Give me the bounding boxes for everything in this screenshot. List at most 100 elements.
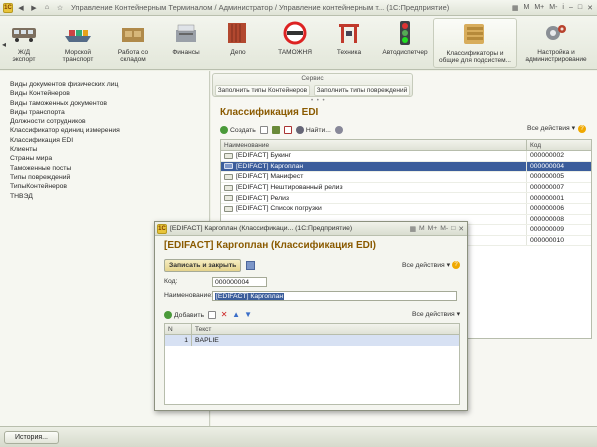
- row-code: 000000001: [530, 194, 565, 202]
- maximize-icon[interactable]: □: [577, 3, 583, 13]
- dialog-close-icon[interactable]: ✕: [458, 225, 464, 233]
- splitter-handle[interactable]: • • •: [311, 98, 326, 104]
- code-field[interactable]: 000000004: [212, 277, 267, 287]
- row-name-cell: [EDIFACT] Букинг: [221, 151, 527, 161]
- nav-item-customs-doc-types[interactable]: Виды таможенных документов: [10, 99, 209, 108]
- row-code: 000000009: [530, 226, 565, 234]
- nav-item-container-kinds[interactable]: ТипыКонтейнеров: [10, 182, 209, 191]
- row-code: 000000008: [530, 215, 565, 223]
- table-row[interactable]: [EDIFACT] Список погрузки 000000006: [221, 203, 591, 215]
- home-icon[interactable]: ⌂: [42, 3, 52, 13]
- section-machinery[interactable]: Техника: [327, 18, 371, 68]
- row-code: 000000010: [530, 237, 565, 245]
- delete-row-icon[interactable]: ✕: [220, 311, 228, 319]
- all-actions-menu[interactable]: Все действия ▾?: [527, 124, 586, 133]
- list-toolbar: Создать Найти... Все действия ▾?: [220, 124, 590, 136]
- window-title: Управление Контейнерным Терминалом / Адм…: [71, 3, 450, 12]
- section-settings-admin[interactable]: Настройка и администрирование: [521, 18, 591, 68]
- forward-arrow-icon[interactable]: ▶: [29, 3, 39, 13]
- nav-item-edi-classification[interactable]: Классификация EDI: [10, 136, 209, 145]
- section-railway-export[interactable]: Ж/Д экспорт: [4, 18, 44, 68]
- memory-m-button[interactable]: M: [522, 3, 530, 13]
- row-text[interactable]: BAPLIE: [192, 335, 459, 346]
- dialog-maximize-icon[interactable]: □: [451, 225, 455, 233]
- column-code-header[interactable]: Код: [527, 140, 591, 150]
- row-code: 000000006: [530, 205, 565, 213]
- delete-icon[interactable]: [283, 126, 292, 134]
- dialog-help-icon[interactable]: ?: [452, 261, 460, 269]
- create-plus-icon: [220, 126, 228, 134]
- row-name-cell: [EDIFACT] Релиз: [221, 193, 527, 203]
- section-auto-dispatcher[interactable]: Автодиспетчер: [380, 18, 430, 68]
- table-row[interactable]: [EDIFACT] Букинг 000000002: [221, 151, 591, 162]
- memory-plus-button[interactable]: M+: [533, 3, 545, 13]
- save-disk-icon[interactable]: [246, 261, 255, 270]
- table-row[interactable]: 1 BAPLIE: [165, 335, 459, 346]
- column-text-header[interactable]: Текст: [192, 324, 459, 334]
- nav-item-tnved[interactable]: ТНВЭД: [10, 192, 209, 201]
- dialog-memory-plus-button[interactable]: M+: [428, 225, 438, 233]
- section-classifiers[interactable]: Классификаторы и общие для подсистем...: [433, 18, 517, 68]
- star-icon[interactable]: ☆: [55, 3, 65, 13]
- table-row[interactable]: [EDIFACT] Релиз 000000001: [221, 193, 591, 204]
- titlebar-icons: 1С ◀ ▶ ⌂ ☆: [0, 2, 65, 13]
- nav-item-clients[interactable]: Клиенты: [10, 145, 209, 154]
- dialog-memory-m-button[interactable]: M: [419, 225, 425, 233]
- save-and-close-button[interactable]: Записать и закрыть: [164, 259, 242, 272]
- nav-item-container-types[interactable]: Виды Контейнеров: [10, 89, 209, 98]
- table-row[interactable]: [EDIFACT] Каргоплан 000000004: [221, 161, 591, 173]
- copy-row-icon[interactable]: [208, 311, 217, 319]
- copy-icon[interactable]: [259, 126, 268, 134]
- memory-minus-button[interactable]: M-: [548, 3, 558, 13]
- back-arrow-icon[interactable]: ◀: [16, 3, 26, 13]
- close-icon[interactable]: ✕: [586, 3, 594, 13]
- nav-item-doc-types-persons[interactable]: Виды документов физических лиц: [10, 80, 209, 89]
- create-button[interactable]: Создать: [220, 126, 256, 134]
- section-sea-transport[interactable]: Морской транспорт: [55, 18, 101, 68]
- section-warehouse[interactable]: Работа со складом: [110, 18, 156, 68]
- section-finance[interactable]: Финансы: [166, 18, 206, 68]
- table-all-actions-menu[interactable]: Все действия ▾: [412, 310, 460, 318]
- help-icon[interactable]: ?: [578, 125, 586, 133]
- nav-item-positions[interactable]: Должности сотрудников: [10, 117, 209, 126]
- find-button[interactable]: Найти...: [295, 126, 331, 134]
- history-button[interactable]: История...: [4, 431, 59, 444]
- dialog-app-logo-icon: 1С: [157, 223, 167, 234]
- row-code: 000000005: [530, 173, 565, 181]
- service-title: Сервис: [301, 75, 324, 82]
- table-row[interactable]: [EDIFACT] Манифест 000000005: [221, 172, 591, 183]
- move-down-icon[interactable]: ▼: [244, 311, 252, 319]
- nav-item-units[interactable]: Классификатор единиц измерения: [10, 126, 209, 135]
- nav-item-transport-types[interactable]: Виды транспорта: [10, 108, 209, 117]
- table-row[interactable]: [EDIFACT] Нештированный релиз 000000007: [221, 182, 591, 194]
- nav-item-countries[interactable]: Страны мира: [10, 154, 209, 163]
- minimize-icon[interactable]: –: [568, 3, 574, 13]
- fill-damage-types-link[interactable]: Заполнить типы повреждений: [313, 85, 411, 96]
- calculator-icon[interactable]: ▦: [511, 3, 520, 13]
- section-depot[interactable]: Депо: [218, 18, 258, 68]
- section-customs[interactable]: ТАМОЖНЯ: [272, 18, 318, 68]
- dialog-memory-minus-button[interactable]: M-: [440, 225, 448, 233]
- nav-item-customs-posts[interactable]: Таможенные посты: [10, 164, 209, 173]
- name-field-value: [EDIFACT] Каргоплан: [215, 293, 285, 300]
- name-field[interactable]: [EDIFACT] Каргоплан: [212, 291, 457, 301]
- fill-container-types-link[interactable]: Заполнить типы Контейнеров: [214, 85, 311, 96]
- column-n-header[interactable]: N: [165, 324, 192, 334]
- column-name-header[interactable]: Наименование: [221, 140, 527, 150]
- info-button[interactable]: i: [561, 3, 565, 13]
- row-number: 1: [165, 335, 192, 346]
- row-name: [EDIFACT] Список погрузки: [236, 205, 322, 213]
- add-label: Добавить: [174, 311, 205, 319]
- titlebar-controls: ▦ M M+ M- i – □ ✕: [511, 3, 597, 13]
- add-row-button[interactable]: Добавить: [164, 311, 204, 319]
- cancel-search-icon[interactable]: [334, 126, 343, 134]
- row-name: [EDIFACT] Нештированный релиз: [236, 184, 343, 192]
- dialog-all-actions-menu[interactable]: Все действия ▾: [402, 261, 450, 269]
- dialog-copy-icon[interactable]: ▦: [410, 225, 416, 233]
- ship-icon: [63, 18, 93, 48]
- table-all-actions-label: Все действия: [411, 311, 455, 318]
- nav-item-damage-types[interactable]: Типы повреждений: [10, 173, 209, 182]
- move-up-icon[interactable]: ▲: [232, 311, 240, 319]
- edit-pencil-icon[interactable]: [271, 126, 280, 134]
- service-panel: Сервис Заполнить типы Контейнеров Заполн…: [212, 73, 413, 97]
